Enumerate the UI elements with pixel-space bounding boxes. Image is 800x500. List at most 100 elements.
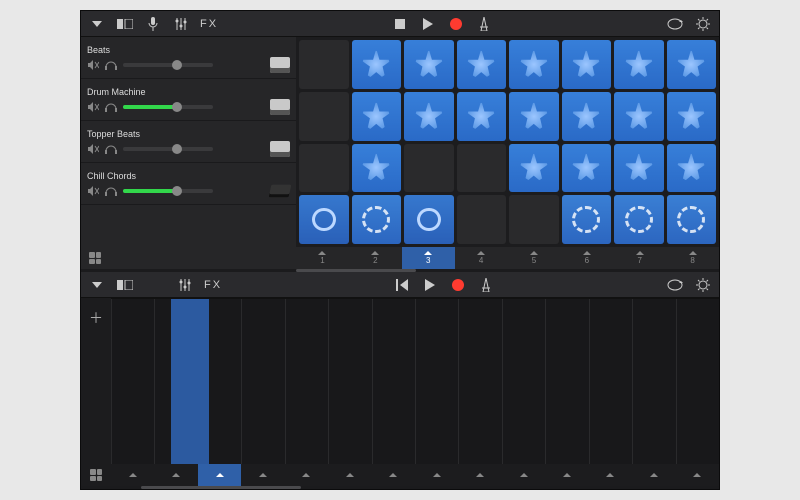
horizontal-scrollbar[interactable]: [81, 269, 719, 272]
loop-cell[interactable]: [299, 92, 349, 141]
mute-icon[interactable]: [87, 59, 99, 71]
loop-button[interactable]: [667, 277, 683, 293]
fx-button[interactable]: FX: [201, 16, 217, 32]
fx-button[interactable]: FX: [205, 277, 221, 293]
scene-trigger[interactable]: 3: [402, 247, 455, 269]
loop-cell[interactable]: [614, 92, 664, 141]
loop-cell[interactable]: [299, 40, 349, 89]
play-button[interactable]: [420, 16, 436, 32]
loop-cell[interactable]: [404, 92, 454, 141]
scene-trigger[interactable]: [198, 464, 241, 486]
scene-trigger[interactable]: [589, 464, 632, 486]
mute-icon[interactable]: [87, 185, 99, 197]
instrument-icon[interactable]: [270, 99, 290, 115]
headphones-icon[interactable]: [105, 185, 117, 197]
track-view-toggle[interactable]: [117, 16, 133, 32]
scene-trigger[interactable]: [241, 464, 284, 486]
loop-cell[interactable]: [352, 40, 402, 89]
instrument-icon[interactable]: [270, 57, 290, 73]
loop-cell[interactable]: [404, 195, 454, 244]
scene-trigger[interactable]: 2: [349, 247, 402, 269]
loop-cell[interactable]: [509, 92, 559, 141]
scene-trigger[interactable]: [328, 464, 371, 486]
scene-trigger[interactable]: 8: [666, 247, 719, 269]
track-header[interactable]: Drum Machine: [81, 79, 296, 121]
metronome-button[interactable]: [476, 16, 492, 32]
scene-trigger[interactable]: 5: [508, 247, 561, 269]
settings-button[interactable]: [695, 16, 711, 32]
scene-trigger[interactable]: 4: [455, 247, 508, 269]
scene-trigger[interactable]: [154, 464, 197, 486]
loop-cell[interactable]: [562, 195, 612, 244]
scene-trigger[interactable]: [415, 464, 458, 486]
stop-button[interactable]: [392, 16, 408, 32]
scene-trigger[interactable]: [111, 464, 154, 486]
scene-trigger[interactable]: 1: [296, 247, 349, 269]
loop-cell[interactable]: [667, 195, 717, 244]
track-header[interactable]: Beats: [81, 37, 296, 79]
scene-trigger[interactable]: [458, 464, 501, 486]
instrument-icon[interactable]: [270, 141, 290, 157]
volume-slider[interactable]: [123, 105, 213, 109]
loop-cell[interactable]: [404, 40, 454, 89]
arrangement-region[interactable]: [171, 299, 209, 464]
loop-cell[interactable]: [509, 195, 559, 244]
headphones-icon[interactable]: [105, 143, 117, 155]
volume-slider[interactable]: [123, 147, 213, 151]
grid-icon[interactable]: [90, 469, 102, 481]
track-header[interactable]: Topper Beats: [81, 121, 296, 163]
volume-slider[interactable]: [123, 63, 213, 67]
track-view-toggle[interactable]: [117, 277, 133, 293]
loop-cell[interactable]: [614, 144, 664, 193]
scene-trigger[interactable]: [285, 464, 328, 486]
scene-trigger[interactable]: 7: [613, 247, 666, 269]
loop-cell[interactable]: [352, 92, 402, 141]
track-header[interactable]: Chill Chords: [81, 163, 296, 205]
view-menu-button[interactable]: [89, 277, 105, 293]
loop-cell[interactable]: [509, 144, 559, 193]
headphones-icon[interactable]: [105, 59, 117, 71]
loop-cell[interactable]: [509, 40, 559, 89]
loop-cell[interactable]: [299, 195, 349, 244]
loop-cell[interactable]: [667, 144, 717, 193]
skip-back-button[interactable]: [394, 277, 410, 293]
loop-cell[interactable]: [352, 195, 402, 244]
microphone-button[interactable]: [145, 16, 161, 32]
record-button[interactable]: [450, 277, 466, 293]
arrangement-area[interactable]: [111, 298, 719, 464]
scene-trigger[interactable]: [545, 464, 588, 486]
loop-cell[interactable]: [614, 40, 664, 89]
loop-cell[interactable]: [457, 40, 507, 89]
scene-trigger[interactable]: [502, 464, 545, 486]
mute-icon[interactable]: [87, 143, 99, 155]
mixer-button[interactable]: [173, 16, 189, 32]
loop-cell[interactable]: [352, 144, 402, 193]
view-menu-button[interactable]: [89, 16, 105, 32]
loop-cell[interactable]: [562, 144, 612, 193]
loop-cell[interactable]: [562, 92, 612, 141]
metronome-button[interactable]: [478, 277, 494, 293]
scene-trigger[interactable]: [372, 464, 415, 486]
mute-icon[interactable]: [87, 101, 99, 113]
loop-cell[interactable]: [457, 92, 507, 141]
record-button[interactable]: [448, 16, 464, 32]
loop-cell[interactable]: [404, 144, 454, 193]
loop-cell[interactable]: [667, 92, 717, 141]
grid-icon[interactable]: [89, 252, 101, 264]
headphones-icon[interactable]: [105, 101, 117, 113]
loop-cell[interactable]: [667, 40, 717, 89]
loop-cell[interactable]: [562, 40, 612, 89]
play-button[interactable]: [422, 277, 438, 293]
horizontal-scrollbar[interactable]: [81, 486, 719, 489]
scene-trigger[interactable]: [676, 464, 719, 486]
instrument-icon[interactable]: [269, 184, 292, 197]
loop-cell[interactable]: [457, 195, 507, 244]
add-track-button[interactable]: ＋: [81, 298, 111, 464]
loop-cell[interactable]: [614, 195, 664, 244]
volume-slider[interactable]: [123, 189, 213, 193]
scene-trigger[interactable]: 6: [560, 247, 613, 269]
scene-trigger[interactable]: [632, 464, 675, 486]
loop-cell[interactable]: [299, 144, 349, 193]
settings-button[interactable]: [695, 277, 711, 293]
loop-cell[interactable]: [457, 144, 507, 193]
